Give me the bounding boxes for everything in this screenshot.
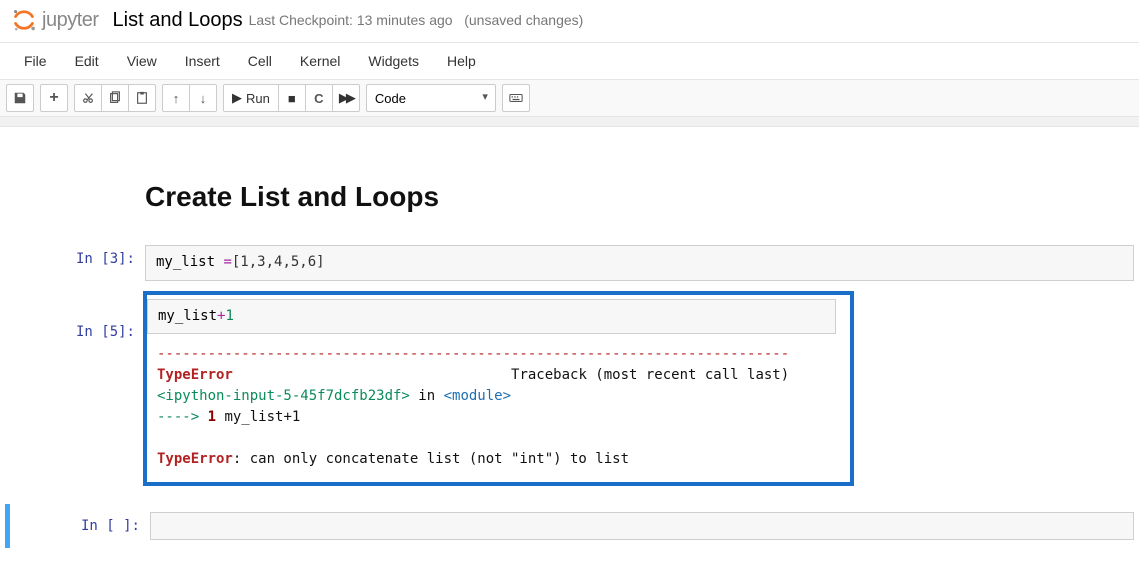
paste-icon (135, 91, 149, 105)
menu-insert[interactable]: Insert (171, 43, 234, 79)
keyboard-icon (509, 91, 523, 105)
code-num: 1 (225, 308, 233, 324)
checkpoint-prefix: Last Checkpoint: (249, 12, 353, 28)
save-button[interactable] (6, 84, 34, 112)
arrow: ----> (157, 409, 208, 425)
notebook-title[interactable]: List and Loops (113, 9, 243, 32)
traceback-label: Traceback (most recent call last) (511, 367, 789, 383)
run-button[interactable]: ▶ Run (223, 84, 279, 112)
output-separator: ----------------------------------------… (157, 346, 789, 362)
paste-button[interactable] (128, 84, 156, 112)
menu-kernel[interactable]: Kernel (286, 43, 354, 79)
copy-icon (108, 91, 122, 105)
code-cell-empty-active[interactable]: In [ ]: (5, 504, 1134, 548)
jupyter-logo[interactable]: jupyter (10, 6, 99, 34)
checkpoint-status: Last Checkpoint: 13 minutes ago (unsaved… (249, 12, 584, 28)
cell-type-select[interactable]: Code (366, 84, 496, 112)
code-input-empty[interactable] (150, 512, 1134, 540)
code-list: [1,3,4,5,6] (232, 254, 325, 270)
prompt-in-3: In [3]: (5, 245, 145, 281)
ipython-ref: <ipython-input-5-45f7dcfb23df> (157, 388, 410, 404)
code-input-3[interactable]: my_list =[1,3,4,5,6] (145, 245, 1134, 281)
move-up-button[interactable]: ↑ (162, 84, 190, 112)
unsaved-indicator: (unsaved changes) (464, 12, 583, 28)
heading-text: Create List and Loops (145, 181, 1134, 213)
final-error-name: TypeError (157, 451, 233, 467)
arrow-up-icon: ↑ (173, 91, 180, 106)
checkpoint-time: 13 minutes ago (357, 12, 453, 28)
menu-widgets[interactable]: Widgets (354, 43, 433, 79)
interrupt-button[interactable]: ■ (278, 84, 306, 112)
scissors-icon (81, 91, 95, 105)
code-var: my_list (158, 308, 217, 324)
menu-cell[interactable]: Cell (234, 43, 286, 79)
code-input-5[interactable]: my_list+1 (147, 299, 836, 335)
code-op: = (223, 254, 231, 270)
cut-button[interactable] (74, 84, 102, 112)
code-cell-3[interactable]: In [3]: my_list =[1,3,4,5,6] (5, 243, 1134, 283)
menu-help[interactable]: Help (433, 43, 490, 79)
menu-file[interactable]: File (10, 43, 61, 79)
in-label: in (410, 388, 444, 404)
edit-group (74, 84, 156, 112)
cell-type-wrap: Code (366, 84, 496, 112)
save-icon (13, 91, 27, 105)
markdown-cell[interactable]: Create List and Loops (5, 161, 1134, 239)
module-ref: <module> (444, 388, 511, 404)
menubar: File Edit View Insert Cell Kernel Widget… (0, 43, 1139, 80)
prompt-in-5: In [5]: (5, 318, 145, 340)
header-bar: jupyter List and Loops Last Checkpoint: … (0, 0, 1139, 43)
arrow-down-icon: ↓ (200, 91, 207, 106)
run-group: ▶ Run ■ C ▶▶ (223, 84, 360, 112)
plus-icon: + (49, 89, 58, 107)
play-icon: ▶ (232, 90, 242, 106)
prompt-empty-cell: In [ ]: (10, 512, 150, 540)
toolbar-strip (0, 117, 1139, 127)
insert-cell-below-button[interactable]: + (40, 84, 68, 112)
code-var: my_list (156, 254, 223, 270)
move-group: ↑ ↓ (162, 84, 217, 112)
final-error-msg: : can only concatenate list (not "int") … (233, 451, 629, 467)
line-code: my_list+1 (216, 409, 300, 425)
menu-edit[interactable]: Edit (61, 43, 113, 79)
restart-button[interactable]: C (305, 84, 333, 112)
error-name: TypeError (157, 367, 233, 383)
restart-icon: C (314, 91, 323, 106)
notebook-container: Create List and Loops In [3]: my_list =[… (0, 127, 1139, 568)
logo-text: jupyter (42, 9, 99, 32)
move-down-button[interactable]: ↓ (189, 84, 217, 112)
restart-run-all-button[interactable]: ▶▶ (332, 84, 360, 112)
jupyter-icon (10, 6, 38, 34)
code-cell-5-selected[interactable]: my_list+1 ------------------------------… (143, 291, 854, 487)
run-label: Run (246, 91, 270, 106)
command-palette-button[interactable] (502, 84, 530, 112)
output-error-5: ----------------------------------------… (147, 334, 850, 476)
fast-forward-icon: ▶▶ (339, 90, 353, 106)
stop-icon: ■ (288, 91, 296, 106)
line-num: 1 (208, 409, 216, 425)
copy-button[interactable] (101, 84, 129, 112)
menu-view[interactable]: View (113, 43, 171, 79)
toolbar: + ↑ ↓ ▶ Run ■ C ▶▶ (0, 80, 1139, 117)
prompt-empty (5, 163, 145, 237)
